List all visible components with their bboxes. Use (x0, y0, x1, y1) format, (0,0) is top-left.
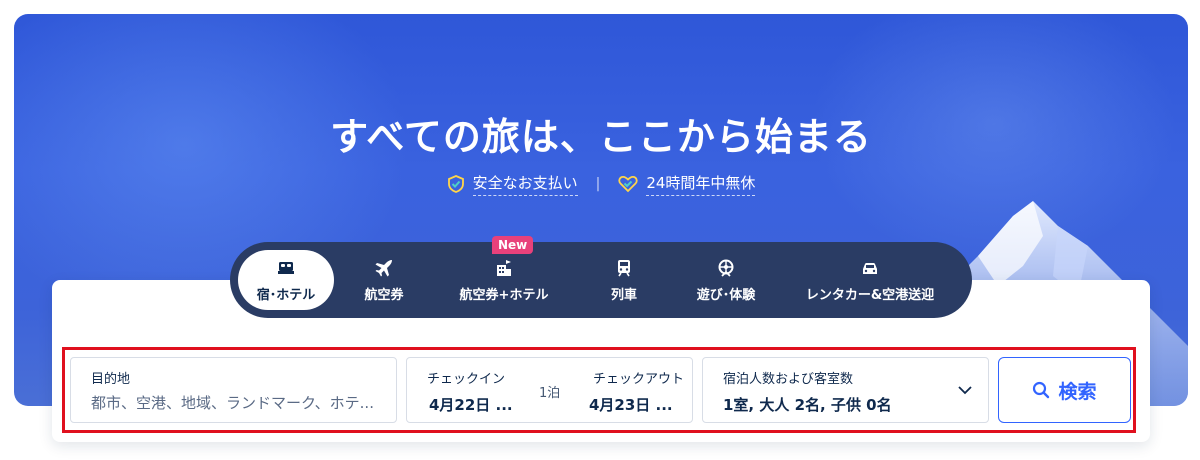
product-tabs: 宿･ホテル 航空券 New 航空券+ホテル 列車 遊び･体験 レンタカー&空港送… (230, 236, 972, 318)
car-icon (863, 262, 877, 274)
guests-value[interactable]: 1室, 大人 2名, 子供 0名 (723, 394, 892, 415)
tab-label: 遊び･体験 (696, 287, 756, 303)
badge-label: 24時間年中無休 (646, 172, 756, 196)
chevron-down-icon[interactable] (957, 382, 973, 398)
guests-label: 宿泊人数および客室数 (723, 372, 854, 387)
destination-label: 目的地 (91, 372, 131, 387)
tab-car-rental[interactable]: レンタカー&空港送迎 (778, 250, 962, 310)
tab-trains[interactable]: 列車 (574, 250, 674, 310)
destination-input[interactable]: 都市、空港、地域、ランドマーク、ホテ... (91, 392, 374, 413)
checkout-value[interactable]: 4月23日 ... (589, 394, 673, 415)
date-field[interactable]: チェックイン 4月22日 ... 1泊 チェックアウト 4月23日 ... (406, 357, 693, 423)
badge-24h-support[interactable]: 24時間年中無休 (618, 172, 756, 196)
tab-label: 宿･ホテル (256, 287, 316, 303)
heart-check-icon (618, 175, 638, 193)
tab-label: 航空券 (364, 287, 404, 303)
plane-icon (375, 259, 392, 276)
tab-label: 列車 (610, 287, 637, 303)
bed-icon (278, 261, 294, 274)
new-badge: New (492, 236, 534, 254)
train-icon (618, 259, 630, 276)
guests-field[interactable]: 宿泊人数および客室数 1室, 大人 2名, 子供 0名 (702, 357, 989, 423)
attraction-icon (718, 259, 734, 277)
checkin-value[interactable]: 4月22日 ... (429, 394, 513, 415)
flight-hotel-icon (497, 259, 511, 276)
tab-label: レンタカー&空港送迎 (805, 287, 935, 303)
tab-attractions[interactable]: 遊び･体験 (674, 250, 778, 310)
nights-count: 1泊 (539, 386, 561, 401)
tab-label: 航空券+ホテル (459, 287, 549, 303)
hero-title: すべての旅は、ここから始まる (330, 115, 872, 159)
destination-field[interactable]: 目的地 都市、空港、地域、ランドマーク、ホテ... (70, 357, 397, 423)
tab-flight-hotel[interactable]: New 航空券+ホテル (434, 236, 574, 310)
trust-badges: 安全なお支払い | 24時間年中無休 (14, 172, 1188, 196)
badge-separator: | (595, 176, 601, 192)
search-button-label: 検索 (1058, 380, 1097, 403)
tab-flights[interactable]: 航空券 (334, 250, 434, 310)
search-icon (1033, 381, 1050, 399)
badge-label: 安全なお支払い (472, 172, 578, 196)
tab-hotel[interactable]: 宿･ホテル (238, 250, 334, 310)
shield-check-icon (447, 175, 464, 193)
search-button[interactable]: 検索 (998, 357, 1131, 423)
checkin-label: チェックイン (427, 372, 506, 387)
checkout-label: チェックアウト (593, 372, 685, 387)
badge-secure-payment[interactable]: 安全なお支払い (447, 172, 578, 196)
